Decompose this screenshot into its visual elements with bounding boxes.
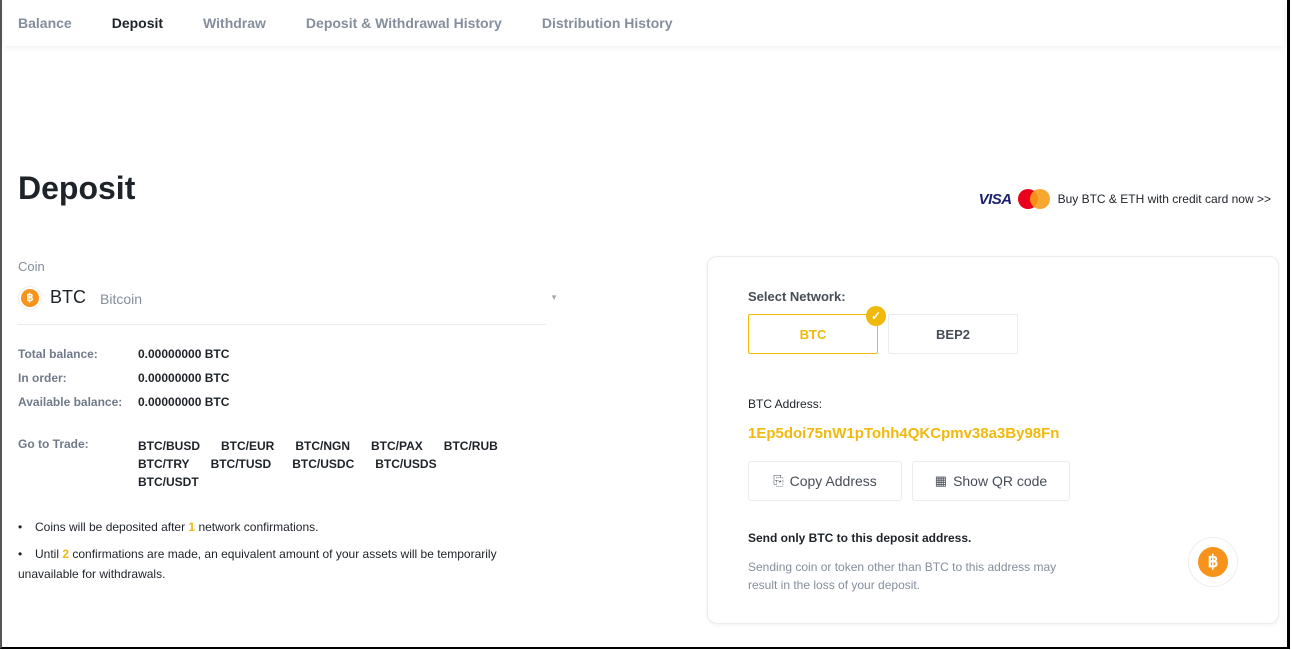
buy-with-card-text: Buy BTC & ETH with credit card now >> [1057,192,1271,206]
go-to-trade-label: Go to Trade: [18,437,89,451]
copy-icon: ⎘ [773,473,784,488]
tab-withdraw[interactable]: Withdraw [203,15,266,31]
select-network-label: Select Network: [748,289,846,304]
deposit-address[interactable]: 1Ep5doi75nW1pTohh4QKCpmv38a3By98Fn [748,425,1059,442]
deposit-address-card: Select Network: BTC ✓ BEP2 BTC Address: … [707,256,1279,624]
buy-with-card-link[interactable]: VISA Buy BTC & ETH with credit card now … [979,189,1271,209]
bitcoin-icon: ฿ [18,285,42,310]
warning-title: Send only BTC to this deposit address. [748,531,972,545]
check-icon: ✓ [866,306,886,326]
available-balance-label: Available balance: [18,395,123,409]
available-balance-row: Available balance: 0.00000000 BTC [18,395,229,409]
coin-label: Coin [18,259,45,274]
note-confirmations: • Coins will be deposited after 1 network… [18,520,319,534]
visa-icon: VISA [978,190,1013,208]
coin-select[interactable]: ฿ BTC Bitcoin ▼ [18,283,558,325]
deposit-notes: • Coins will be deposited after 1 network… [18,517,538,591]
trade-pair-link[interactable]: BTC/RUB [444,437,498,455]
tab-distribution-history[interactable]: Distribution History [542,15,673,31]
go-to-trade-row: Go to Trade: BTC/BUSD BTC/EUR BTC/NGN BT… [18,437,498,491]
note-withdrawal-lock: • Until 2 confirmations are made, an equi… [18,547,497,581]
in-order-label: In order: [18,371,67,385]
address-label: BTC Address: [748,397,823,411]
in-order-row: In order: 0.00000000 BTC [18,371,229,385]
top-navigation: Balance Deposit Withdraw Deposit & Withd… [4,0,1284,46]
show-qr-code-button[interactable]: ▦ Show QR code [912,461,1070,501]
available-balance-value: 0.00000000 BTC [138,395,230,409]
copy-address-button[interactable]: ⎘ Copy Address [748,461,902,501]
trade-pair-link[interactable]: BTC/BUSD [138,437,200,455]
trade-pair-link[interactable]: BTC/TRY [138,455,190,473]
trade-pair-link[interactable]: BTC/USDC [292,455,354,473]
warning-text: Sending coin or token other than BTC to … [748,560,1057,592]
tab-deposit-withdrawal-history[interactable]: Deposit & Withdrawal History [306,15,502,31]
trade-pair-link[interactable]: BTC/NGN [295,437,350,455]
bitcoin-icon: ฿ [1188,537,1238,587]
coin-name: Bitcoin [100,290,143,307]
mastercard-icon [1017,189,1050,209]
trade-pair-list: BTC/BUSD BTC/EUR BTC/NGN BTC/PAX BTC/RUB… [138,437,498,491]
coin-symbol: BTC [50,287,86,307]
browser-frame: Balance Deposit Withdraw Deposit & Withd… [0,0,1290,649]
trade-pair-link[interactable]: BTC/USDT [138,473,199,491]
qr-code-icon: ▦ [934,473,948,488]
chevron-down-icon[interactable]: ▼ [550,293,558,302]
in-order-value: 0.00000000 BTC [138,371,230,385]
total-balance-label: Total balance: [18,347,98,361]
network-option-bep2[interactable]: BEP2 [888,314,1018,354]
trade-pair-link[interactable]: BTC/PAX [371,437,423,455]
total-balance-row: Total balance: 0.00000000 BTC [18,347,229,361]
tab-deposit[interactable]: Deposit [112,15,163,31]
trade-pair-link[interactable]: BTC/TUSD [211,455,272,473]
trade-pair-link[interactable]: BTC/EUR [221,437,274,455]
tab-balance[interactable]: Balance [18,15,72,31]
trade-pair-link[interactable]: BTC/USDS [375,455,436,473]
page-title: Deposit [18,170,136,206]
network-option-btc[interactable]: BTC ✓ [748,306,886,354]
total-balance-value: 0.00000000 BTC [138,347,230,361]
